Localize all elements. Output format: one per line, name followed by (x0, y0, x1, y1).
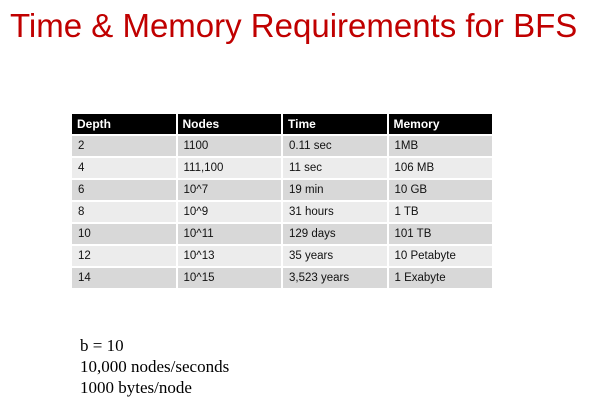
table-row: 12 10^13 35 years 10 Petabyte (72, 246, 492, 266)
slide-title: Time & Memory Requirements for BFS (10, 7, 578, 44)
cell-depth: 8 (72, 202, 176, 222)
node-speed-text: 10,000 nodes/seconds (80, 357, 230, 376)
table-row: 2 1100 0.11 sec 1MB (72, 136, 492, 156)
cell-time: 3,523 years (283, 268, 387, 288)
bfs-requirements-table-container: Depth Nodes Time Memory 2 1100 0.11 sec … (70, 112, 494, 290)
branching-factor-text: b = 10 (80, 336, 124, 355)
cell-time: 31 hours (283, 202, 387, 222)
cell-depth: 10 (72, 224, 176, 244)
cell-memory: 10 GB (388, 180, 492, 200)
table-row: 8 10^9 31 hours 1 TB (72, 202, 492, 222)
header-time: Time (283, 114, 387, 134)
cell-time: 35 years (283, 246, 387, 266)
cell-nodes: 10^7 (177, 180, 281, 200)
cell-nodes: 10^15 (177, 268, 281, 288)
cell-nodes: 10^11 (177, 224, 281, 244)
bfs-requirements-table: Depth Nodes Time Memory 2 1100 0.11 sec … (70, 112, 494, 290)
header-nodes: Nodes (177, 114, 281, 134)
cell-nodes: 111,100 (177, 158, 281, 178)
table-row: 14 10^15 3,523 years 1 Exabyte (72, 268, 492, 288)
cell-nodes: 1100 (177, 136, 281, 156)
cell-memory: 1 TB (388, 202, 492, 222)
cell-nodes: 10^13 (177, 246, 281, 266)
header-memory: Memory (388, 114, 492, 134)
cell-depth: 12 (72, 246, 176, 266)
cell-memory: 1 Exabyte (388, 268, 492, 288)
cell-time: 19 min (283, 180, 387, 200)
cell-depth: 6 (72, 180, 176, 200)
node-memory-text: 1000 bytes/node (80, 378, 192, 397)
cell-time: 129 days (283, 224, 387, 244)
cell-depth: 2 (72, 136, 176, 156)
header-depth: Depth (72, 114, 176, 134)
cell-nodes: 10^9 (177, 202, 281, 222)
table-row: 4 111,100 11 sec 106 MB (72, 158, 492, 178)
cell-memory: 10 Petabyte (388, 246, 492, 266)
cell-time: 0.11 sec (283, 136, 387, 156)
cell-memory: 101 TB (388, 224, 492, 244)
cell-depth: 4 (72, 158, 176, 178)
cell-time: 11 sec (283, 158, 387, 178)
table-row: 6 10^7 19 min 10 GB (72, 180, 492, 200)
parameters-block: b = 10 10,000 nodes/seconds 1000 bytes/n… (80, 335, 229, 398)
table-row: 10 10^11 129 days 101 TB (72, 224, 492, 244)
cell-depth: 14 (72, 268, 176, 288)
cell-memory: 1MB (388, 136, 492, 156)
cell-memory: 106 MB (388, 158, 492, 178)
table-header-row: Depth Nodes Time Memory (72, 114, 492, 134)
